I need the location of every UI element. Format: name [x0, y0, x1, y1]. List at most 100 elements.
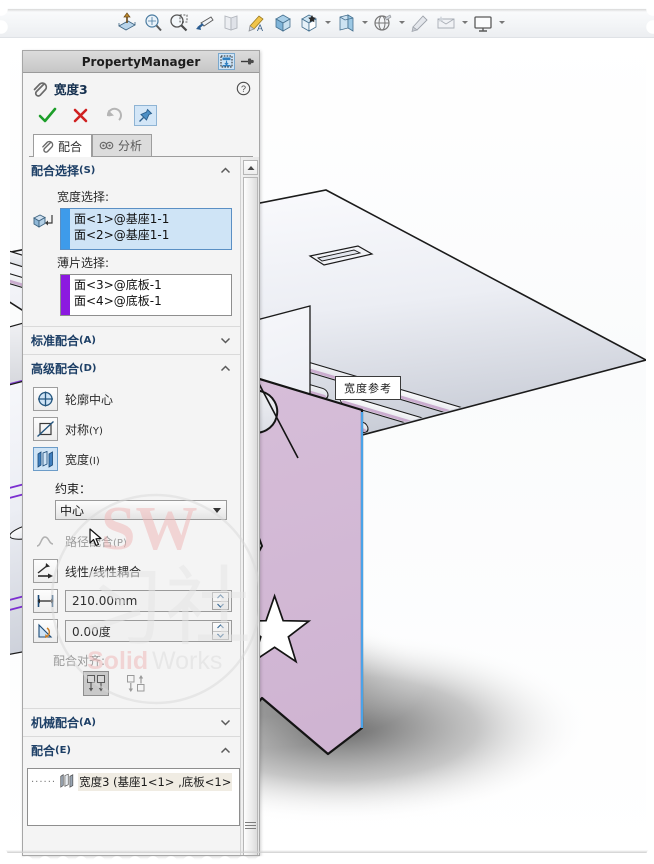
width-selection-label: 宽度选择: [57, 190, 110, 204]
anti-aligned-icon[interactable] [123, 671, 149, 696]
section-title: 配合选择 [31, 164, 80, 178]
distance-row[interactable]: 210.00mm [31, 586, 232, 616]
linear-coupler-icon[interactable] [33, 559, 58, 583]
profile-center-icon[interactable] [33, 387, 58, 411]
property-manager-tabs[interactable]: 配合 分析 [29, 132, 253, 157]
mate-option-width[interactable]: 宽度(I) [31, 444, 232, 474]
mates-listbox[interactable]: ······ 宽度3 (基座1<1> ,底板<1> [27, 768, 240, 826]
list-item[interactable]: 面<3>@底板-1 [74, 277, 227, 293]
appearance-icon[interactable]: A [244, 10, 270, 36]
display-state-icon[interactable] [470, 10, 496, 36]
stepper-up-icon[interactable] [213, 623, 228, 632]
callout-label: 宽度参考 [344, 382, 392, 395]
edit-appearance-caret-icon[interactable] [396, 10, 407, 36]
chevron-up-icon[interactable] [219, 744, 232, 757]
zoom-in-out-icon[interactable] [166, 10, 192, 36]
hide-show-icon[interactable] [333, 10, 359, 36]
chevron-up-icon[interactable] [219, 164, 232, 177]
property-manager-header: 宽度3 ? 配合 分析 [23, 73, 259, 157]
screenshot-root: A 宽度参考 PropertyManager 宽度3 ? 配合 分析 SW 习社… [0, 0, 654, 864]
width-selection-row[interactable]: 面<1>@基座1-1 面<2>@基座1-1 [31, 208, 232, 252]
section-header-standard-mates[interactable]: 标准配合 (A) [23, 326, 240, 354]
view-settings-icon[interactable] [433, 10, 459, 36]
property-manager-scroll-content: 配合选择 (S) 宽度选择: 面<1>@基座1-1 面<2>@基座1-1 薄片选… [23, 157, 240, 855]
tab-mate[interactable]: 配合 [33, 134, 93, 157]
tab-analysis-label: 分析 [118, 139, 143, 153]
scroll-up-icon[interactable] [243, 160, 258, 175]
accept-button[interactable] [35, 104, 59, 126]
cancel-button[interactable] [68, 104, 92, 126]
apply-scene-icon[interactable] [407, 10, 433, 36]
pin-icon[interactable] [238, 53, 255, 70]
angle-input[interactable]: 0.00度 [65, 620, 232, 642]
constraint-dropdown[interactable]: 中心 [55, 500, 227, 520]
stepper-up-icon[interactable] [213, 593, 228, 602]
width-mate-icon[interactable] [33, 447, 58, 471]
chevron-down-icon[interactable] [219, 334, 232, 347]
symmetric-icon[interactable] [33, 417, 58, 441]
section-header-advanced-mates[interactable]: 高级配合 (D) [23, 354, 240, 382]
mate-alignment-buttons[interactable] [31, 671, 232, 696]
list-item[interactable]: ······ 宽度3 (基座1<1> ,底板<1> [31, 773, 236, 791]
display-style-caret-icon[interactable] [322, 10, 333, 36]
section-hotkey: (A) [79, 335, 96, 346]
mate-option-profile-center[interactable]: 轮廓中心 [31, 384, 232, 414]
edit-appearance-icon[interactable] [370, 10, 396, 36]
property-manager-panel[interactable]: PropertyManager 宽度3 ? 配合 分析 SW 习社 Solid … [22, 50, 260, 856]
section-view-icon[interactable] [114, 10, 140, 36]
stepper-down-icon[interactable] [213, 632, 228, 640]
section-header-mate-selections[interactable]: 配合选择 (S) [23, 157, 240, 184]
tab-analysis[interactable]: 分析 [92, 134, 153, 156]
tab-selection-listbox[interactable]: 面<3>@底板-1 面<4>@底板-1 [60, 274, 232, 316]
rotate-view-icon[interactable] [192, 10, 218, 36]
chevron-up-icon[interactable] [219, 362, 232, 375]
spacer-icon [31, 274, 55, 300]
chevron-down-icon[interactable] [219, 716, 232, 729]
view-toolbar[interactable]: A [0, 8, 654, 38]
view-orientation-icon[interactable] [270, 10, 296, 36]
keep-visible-icon[interactable] [218, 53, 235, 70]
aligned-icon[interactable] [83, 671, 109, 696]
property-manager-scrollbar[interactable] [240, 157, 259, 855]
angle-row[interactable]: 0.00度 [31, 616, 232, 646]
mouse-cursor [89, 528, 102, 547]
stepper-down-icon[interactable] [213, 602, 228, 610]
path-mate-icon [33, 529, 58, 553]
width-selection-listbox[interactable]: 面<1>@基座1-1 面<2>@基座1-1 [60, 208, 232, 250]
scrollbar-thumb[interactable] [243, 177, 258, 855]
mate-option-symmetric[interactable]: 对称(Y) [31, 414, 232, 444]
zoom-to-area-icon[interactable] [140, 10, 166, 36]
section-title: 标准配合 [31, 334, 80, 348]
face-selection-icon [31, 208, 55, 234]
pin-toggle-button[interactable] [134, 104, 157, 126]
angle-value: 0.00度 [72, 624, 111, 639]
mate-option-linear-coupler[interactable]: 线性/线性耦合 [31, 556, 232, 586]
tree-connector: ······ [31, 776, 57, 788]
tab-selection-label: 薄片选择: [57, 256, 110, 270]
list-item[interactable]: 面<4>@底板-1 [74, 293, 227, 309]
view-settings-caret-icon[interactable] [459, 10, 470, 36]
mate-option-label: 轮廓中心 [65, 392, 114, 407]
tab-selection-row[interactable]: 面<3>@底板-1 面<4>@底板-1 [31, 274, 232, 318]
angle-stepper[interactable] [212, 622, 229, 640]
hide-show-caret-icon[interactable] [359, 10, 370, 36]
display-style-icon[interactable] [296, 10, 322, 36]
list-item[interactable]: 面<1>@基座1-1 [74, 211, 227, 227]
help-icon[interactable]: ? [236, 81, 251, 96]
analysis-icon [99, 141, 114, 150]
display-state-caret-icon[interactable] [496, 10, 507, 36]
display-pane-icon[interactable] [218, 10, 244, 36]
section-title: 机械配合 [31, 716, 80, 730]
width-reference-callout: 宽度参考 [335, 376, 401, 400]
chevron-down-icon[interactable] [213, 508, 221, 513]
section-header-mechanical-mates[interactable]: 机械配合 (A) [23, 708, 240, 736]
distance-input[interactable]: 210.00mm [65, 590, 232, 612]
distance-stepper[interactable] [212, 592, 229, 610]
constraint-value: 中心 [60, 503, 85, 518]
section-hotkey: (D) [79, 363, 97, 374]
scrollbar-grip-icon[interactable] [245, 820, 256, 829]
section-hotkey: (A) [79, 717, 96, 728]
section-header-mates[interactable]: 配合 (E) [23, 736, 240, 764]
list-item[interactable]: 面<2>@基座1-1 [74, 227, 227, 243]
property-manager-actions[interactable] [29, 102, 253, 132]
